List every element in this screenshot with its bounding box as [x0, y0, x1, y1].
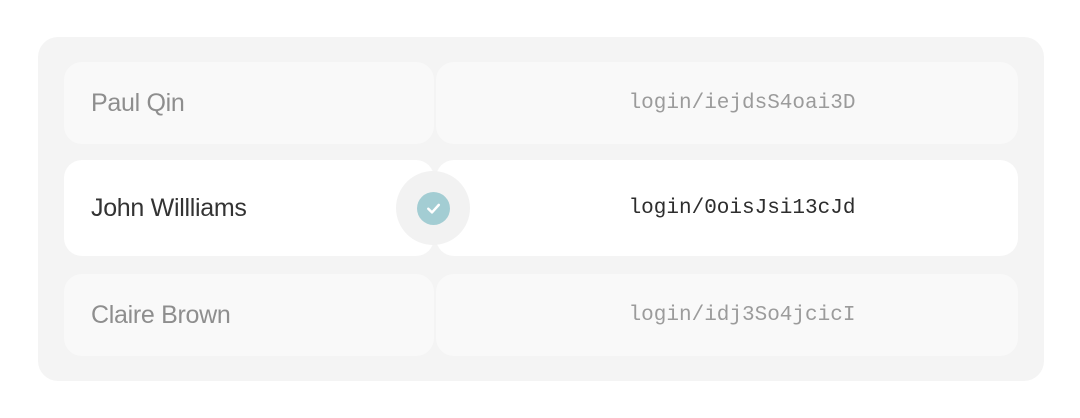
account-login-card-selected[interactable]: login/0oisJsi13cJd	[436, 160, 1018, 256]
account-name: John Willliams	[91, 193, 247, 222]
selected-account-badge	[396, 171, 470, 245]
account-name-card[interactable]: Claire Brown	[64, 274, 434, 356]
account-login-card[interactable]: login/idj3So4jcicI	[436, 274, 1018, 356]
account-name-card-selected[interactable]: John Willliams	[64, 160, 434, 256]
account-login-card[interactable]: login/iejdsS4oai3D	[436, 62, 1018, 144]
account-name-card[interactable]: Paul Qin	[64, 62, 434, 144]
account-login-path: login/idj3So4jcicI	[628, 303, 856, 327]
account-login-path: login/0oisJsi13cJd	[628, 196, 856, 220]
check-icon	[416, 191, 450, 225]
account-name: Paul Qin	[91, 88, 185, 117]
account-list-panel: Paul Qin login/iejdsS4oai3D John Willlia…	[38, 37, 1044, 381]
account-name: Claire Brown	[91, 300, 231, 329]
account-login-path: login/iejdsS4oai3D	[628, 91, 856, 115]
